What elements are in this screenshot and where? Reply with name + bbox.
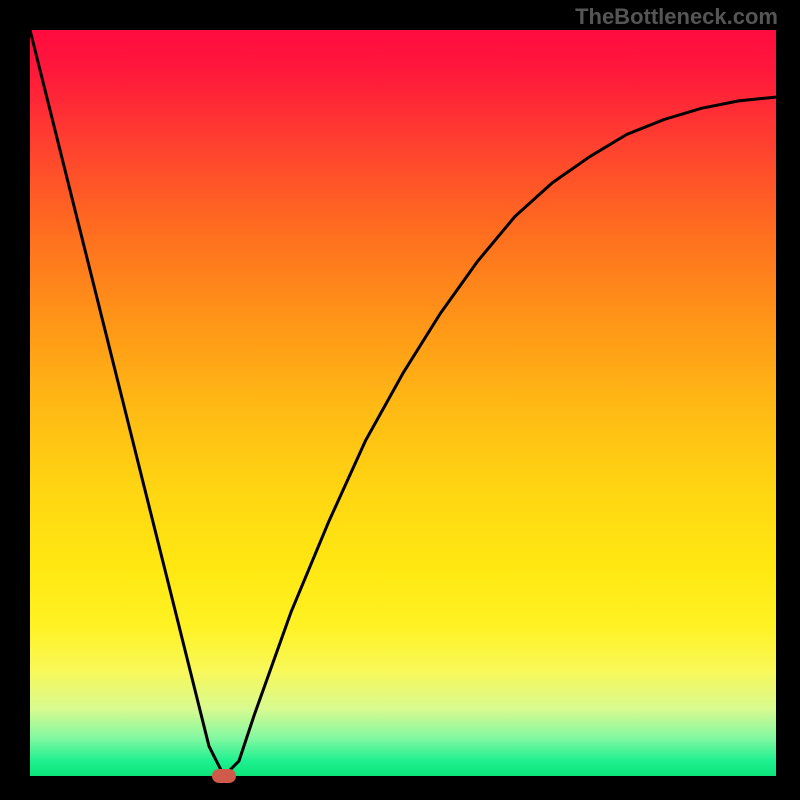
optimal-point-marker bbox=[212, 769, 236, 783]
bottleneck-curve-line bbox=[30, 30, 776, 776]
watermark-text: TheBottleneck.com bbox=[575, 4, 778, 30]
chart-plot-area bbox=[30, 30, 776, 776]
